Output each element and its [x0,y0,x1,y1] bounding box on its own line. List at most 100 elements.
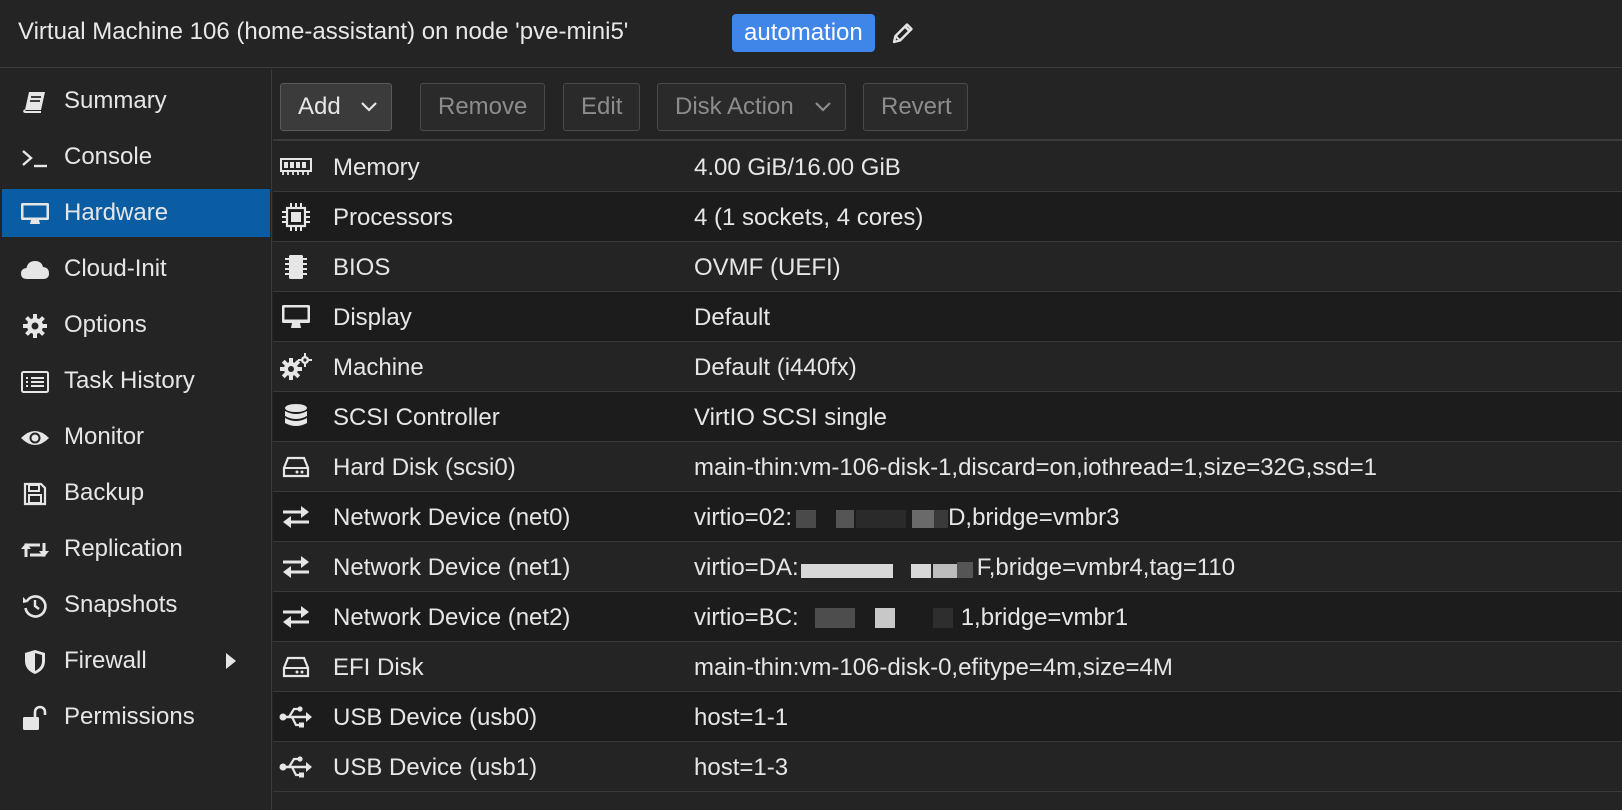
row-name: BIOS [333,254,391,281]
sidebar-item-task-history[interactable]: Task History [2,357,270,405]
table-row[interactable]: Network Device (net0) virtio=02: D,bridge… [273,492,1622,542]
row-name: Hard Disk (scsi0) [333,454,516,481]
mac-prefix: virtio=02: [694,504,793,531]
sidebar-item-label: Cloud-Init [64,255,167,282]
page-title: Virtual Machine 106 (home-assistant) on … [18,18,629,45]
mac-suffix: F,bridge=vmbr4,tag=110 [976,554,1236,581]
usb-icon [279,702,313,732]
sidebar-item-label: Console [64,143,153,170]
sidebar-item-console[interactable]: Console [2,133,270,181]
row-name: Processors [333,204,454,231]
exchange-icon [279,502,313,532]
tag-automation[interactable]: automation [732,14,875,52]
row-value: virtio=02: D,bridge=vmbr3 [694,504,1119,532]
row-name: Memory [333,154,420,181]
toolbar: Add Remove Edit Disk Action Revert [273,69,1622,141]
table-row[interactable]: Network Device (net2) virtio=BC: 1,bridge… [273,592,1622,642]
history-icon [20,593,50,619]
table-row[interactable]: Machine Default (i440fx) [273,342,1622,392]
mac-prefix: virtio=DA: [694,554,799,581]
title-bar: Virtual Machine 106 (home-assistant) on … [0,0,1622,68]
terminal-icon [20,145,50,171]
sidebar-item-hardware[interactable]: Hardware [2,189,270,237]
usb-icon [279,752,313,782]
table-row[interactable]: Network Device (net1) virtio=DA: F,bridge… [273,542,1622,592]
exchange-icon [279,602,313,632]
disk-action-button[interactable]: Disk Action [657,83,846,131]
row-name: USB Device (usb1) [333,754,538,781]
sidebar-item-label: Backup [64,479,145,506]
row-value: Default [694,304,771,331]
shield-icon [20,649,50,675]
row-name: Display [333,304,412,331]
cloud-icon [20,257,50,283]
sidebar-item-backup[interactable]: Backup [2,469,270,517]
row-value: VirtIO SCSI single [694,404,887,431]
revert-button[interactable]: Revert [863,83,968,131]
redacted-mac [799,556,977,582]
sidebar-item-options[interactable]: Options [2,301,270,349]
redacted-mac [799,606,961,632]
hdd-icon [279,652,313,682]
row-name: Machine [333,354,424,381]
row-value: Default (i440fx) [694,354,857,381]
table-row[interactable]: Hard Disk (scsi0) main-thin:vm-106-disk-… [273,442,1622,492]
sidebar-item-label: Snapshots [64,591,178,618]
row-name: Network Device (net2) [333,604,571,631]
table-row[interactable]: SCSI Controller VirtIO SCSI single [273,392,1622,442]
table-row[interactable]: USB Device (usb0) host=1-1 [273,692,1622,742]
chevron-down-icon [815,102,831,112]
sidebar-item-permissions[interactable]: Permissions [2,693,270,741]
sidebar-item-cloud-init[interactable]: Cloud-Init [2,245,270,293]
table-row[interactable]: EFI Disk main-thin:vm-106-disk-0,efitype… [273,642,1622,692]
sidebar-item-monitor[interactable]: Monitor [2,413,270,461]
edit-button[interactable]: Edit [563,83,640,131]
row-value: main-thin:vm-106-disk-0,efitype=4m,size=… [694,654,1173,681]
sidebar: Summary Console Hardware Cloud-Init Opti… [0,69,272,810]
table-row[interactable]: Memory 4.00 GiB/16.00 GiB [273,142,1622,192]
unlock-icon [20,705,50,731]
row-name: Network Device (net0) [333,504,571,531]
row-value: virtio=BC: 1,bridge=vmbr1 [694,604,1128,632]
table-row[interactable]: USB Device (usb1) host=1-3 [273,742,1622,792]
row-value: OVMF (UEFI) [694,254,841,281]
memory-icon [279,152,313,182]
disk-action-label: Disk Action [675,93,794,120]
row-value: main-thin:vm-106-disk-1,discard=on,iothr… [694,454,1378,481]
row-value: virtio=DA: F,bridge=vmbr4,tag=110 [694,554,1235,582]
sidebar-item-summary[interactable]: Summary [2,77,270,125]
chevron-down-icon [361,102,377,112]
pencil-icon[interactable] [890,20,916,46]
table-row[interactable]: Display Default [273,292,1622,342]
row-value: host=1-1 [694,704,789,731]
hardware-panel: Add Remove Edit Disk Action Revert Memor… [273,69,1622,810]
floppy-icon [20,481,50,507]
sidebar-item-replication[interactable]: Replication [2,525,270,573]
mac-prefix: virtio=BC: [694,604,799,631]
sidebar-item-label: Permissions [64,703,195,730]
sidebar-item-label: Firewall [64,647,147,674]
row-name: Network Device (net1) [333,554,571,581]
sidebar-item-label: Summary [64,87,167,114]
remove-button[interactable]: Remove [420,83,545,131]
row-name: SCSI Controller [333,404,500,431]
retweet-icon [20,537,50,563]
chip-icon [279,252,313,282]
redacted-mac [792,506,949,532]
add-button-label: Add [298,93,341,120]
add-button[interactable]: Add [280,83,392,131]
sidebar-item-label: Monitor [64,423,145,450]
cpu-icon [279,202,313,232]
row-value: host=1-3 [694,754,789,781]
row-name: USB Device (usb0) [333,704,538,731]
sidebar-item-snapshots[interactable]: Snapshots [2,581,270,629]
caret-right-icon[interactable] [224,651,238,671]
book-icon [20,89,50,115]
sidebar-item-label: Options [64,311,147,338]
hdd-icon [279,452,313,482]
gear-icon [20,313,50,339]
desktop-icon [279,302,313,332]
table-row[interactable]: Processors 4 (1 sockets, 4 cores) [273,192,1622,242]
sidebar-item-firewall[interactable]: Firewall [2,637,270,685]
table-row[interactable]: BIOS OVMF (UEFI) [273,242,1622,292]
